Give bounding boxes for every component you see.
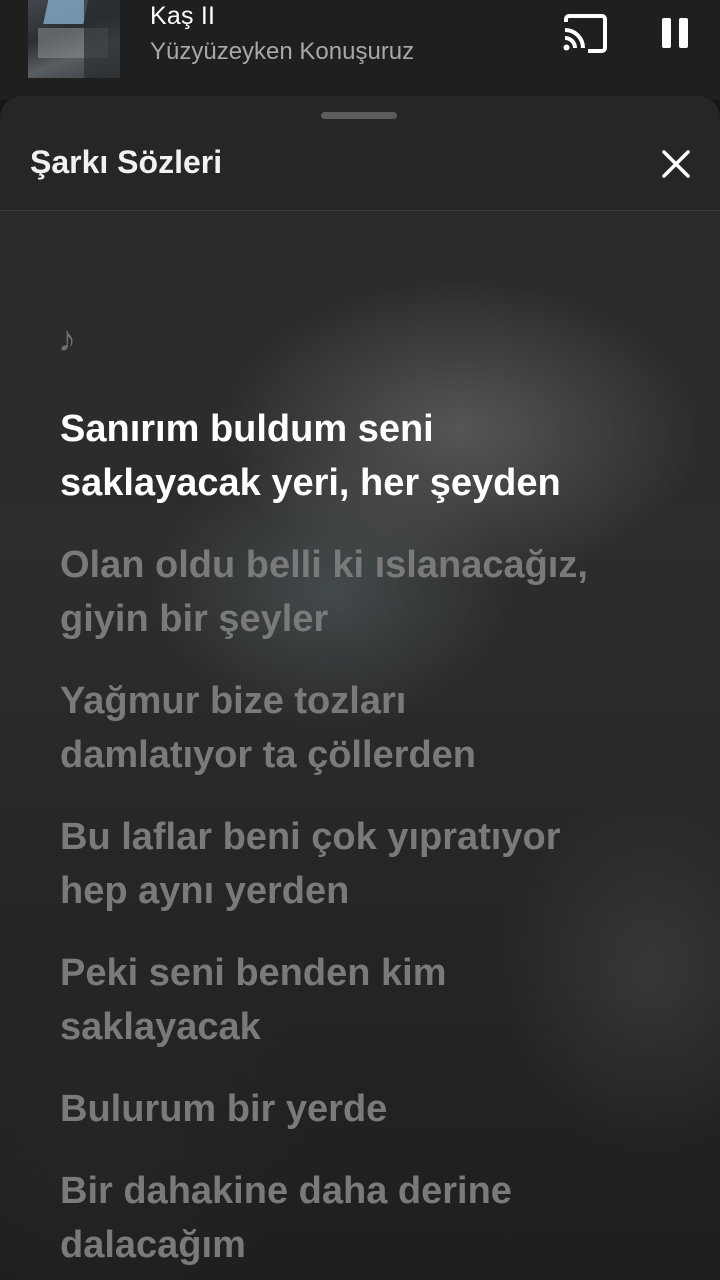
pause-button[interactable] — [652, 10, 698, 56]
lyric-line[interactable]: Sanırım buldum seni saklayacak yeri, her… — [60, 402, 680, 510]
album-art-detail — [84, 0, 120, 78]
header-divider — [0, 210, 720, 211]
album-art-detail — [43, 0, 89, 24]
lyrics-title: Şarkı Sözleri — [30, 144, 223, 180]
music-note-icon: ♪ — [58, 318, 76, 359]
lyrics-list: Sanırım buldum seni saklayacak yeri, her… — [60, 402, 680, 1280]
mini-player[interactable]: Kaş II Yüzyüzeyken Konuşuruz — [0, 0, 720, 100]
lyric-line[interactable]: Bulurum bir yerde — [60, 1082, 680, 1136]
lyric-line[interactable]: Peki seni benden kim saklayacak — [60, 946, 680, 1054]
cast-button[interactable] — [560, 12, 610, 56]
cast-icon — [563, 14, 607, 53]
lyric-line[interactable]: Bu laflar beni çok yıpratıyor hep aynı y… — [60, 810, 680, 918]
lyric-line[interactable]: Bir dahakine daha derine dalacağım — [60, 1164, 680, 1272]
album-art[interactable] — [28, 0, 120, 78]
lyric-line[interactable]: Olan oldu belli ki ıslanacağız, giyin bi… — [60, 538, 680, 646]
close-icon — [662, 150, 690, 178]
pause-icon — [662, 18, 688, 48]
lyrics-header: Şarkı Sözleri — [0, 126, 720, 210]
screen: Kaş II Yüzyüzeyken Konuşuruz Şarkı Sözle… — [0, 0, 720, 1280]
track-artist: Yüzyüzeyken Konuşuruz — [150, 38, 415, 65]
track-title: Kaş II — [150, 2, 216, 30]
close-button[interactable] — [654, 142, 698, 186]
lyrics-sheet: Şarkı Sözleri ♪ Sanırım buldum seni sakl… — [0, 96, 720, 1280]
lyric-line[interactable]: Yağmur bize tozları damlatıyor ta çöller… — [60, 674, 680, 782]
drag-handle[interactable] — [321, 112, 397, 119]
